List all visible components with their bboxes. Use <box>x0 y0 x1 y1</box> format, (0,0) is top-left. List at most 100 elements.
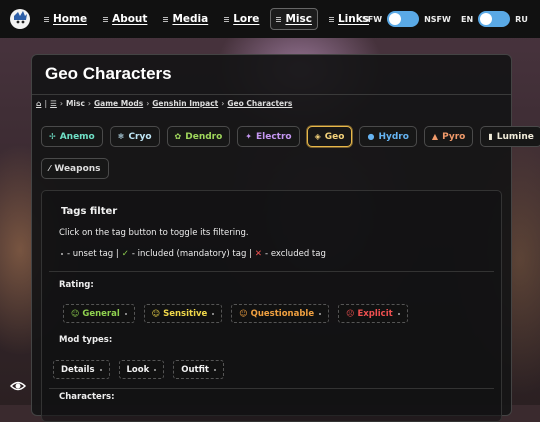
breadcrumb-geo-characters[interactable]: Geo Characters <box>227 99 292 108</box>
chip-pyro[interactable]: ▲ Pyro <box>423 126 474 147</box>
chip-cryo[interactable]: ❄ Cryo <box>109 126 160 147</box>
chip-weapons[interactable]: ⁄ Weapons <box>41 158 109 179</box>
chip-dendro[interactable]: ✿ Dendro <box>166 126 231 147</box>
nav-lore-label: Lore <box>233 13 260 25</box>
pyro-icon: ▲ <box>431 132 439 141</box>
nsfw-label: NSFW <box>424 14 451 24</box>
lang-en-label: EN <box>461 14 474 24</box>
nav-lore[interactable]: Lore <box>219 9 264 29</box>
anemo-icon: ✢ <box>49 132 56 141</box>
neutral-face-icon: ☺ <box>239 309 248 318</box>
language-switch[interactable] <box>478 11 511 27</box>
tag-label: Questionable <box>250 308 315 319</box>
unset-dot-icon <box>213 368 216 371</box>
eye-icon[interactable] <box>10 379 26 393</box>
tag-details[interactable]: Details <box>53 360 110 379</box>
top-nav: Home About Media Lore Misc Links SFW NSF… <box>0 0 540 38</box>
menu-bullet-icon <box>163 16 169 23</box>
tag-questionable[interactable]: ☺ Questionable <box>231 304 330 323</box>
divider <box>49 388 494 389</box>
chip-electro[interactable]: ✦ Electro <box>237 126 300 147</box>
unset-dot-icon <box>319 312 322 315</box>
unset-dot-icon <box>397 312 400 315</box>
chip-geo[interactable]: ◈ Geo <box>306 126 353 147</box>
tag-sensitive[interactable]: ☺ Sensitive <box>143 304 223 323</box>
page-title: Geo Characters <box>45 64 172 83</box>
legend-included: - included (mandatory) tag | <box>131 249 252 259</box>
tags-filter-box: Tags filter Click on the tag button to t… <box>41 190 502 422</box>
menu-bullet-icon <box>276 16 282 23</box>
tag-label: Look <box>126 364 150 375</box>
tag-outfit[interactable]: Outfit <box>173 360 224 379</box>
unset-dot-icon <box>154 368 157 371</box>
chip-label: Hydro <box>378 131 409 142</box>
nav-media-label: Media <box>172 13 209 25</box>
language-toggle: EN RU <box>461 11 528 27</box>
unset-dot-icon <box>61 253 63 255</box>
smile-icon: ☺ <box>151 309 161 318</box>
tags-filter-title: Tags filter <box>61 206 118 217</box>
mod-types-title: Mod types: <box>59 335 113 345</box>
breadcrumb-separator: › <box>87 99 91 108</box>
chip-label: Pyro <box>442 131 466 142</box>
tags-legend: - unset tag | ✓ - included (mandatory) t… <box>59 249 326 259</box>
chip-hydro[interactable]: ● Hydro <box>359 126 417 147</box>
sfw-nsfw-switch[interactable] <box>387 11 420 27</box>
nav-about-label: About <box>112 13 148 25</box>
nav-misc[interactable]: Misc <box>270 8 318 30</box>
content-panel: Geo Characters ⌂ | ☰ › Misc › Game Mods … <box>31 54 540 422</box>
switch-knob <box>389 13 402 25</box>
mod-type-tags: Details Look Outfit <box>53 360 233 379</box>
breadcrumb-genshin-impact[interactable]: Genshin Impact <box>152 99 218 108</box>
nav-media[interactable]: Media <box>158 9 213 29</box>
geo-icon: ◈ <box>314 132 321 141</box>
menu-bullet-icon <box>44 16 49 23</box>
chip-label: Dendro <box>185 131 223 142</box>
tag-explicit[interactable]: ☹ Explicit <box>338 304 408 323</box>
chip-lumine[interactable]: ▮ Lumine <box>480 126 540 147</box>
electro-icon: ✦ <box>245 132 252 141</box>
breadcrumb-separator: › <box>59 99 63 108</box>
lumine-icon: ▮ <box>488 132 493 141</box>
site-logo-icon[interactable] <box>9 8 31 30</box>
tag-look[interactable]: Look <box>118 360 165 379</box>
flushed-face-icon: ☹ <box>346 309 355 318</box>
chip-anemo[interactable]: ✢ Anemo <box>41 126 103 147</box>
chip-label: Lumine <box>496 131 534 142</box>
menu-bullet-icon <box>103 16 109 23</box>
unset-dot-icon <box>124 312 127 315</box>
unset-dot-icon <box>99 368 102 371</box>
chip-label: Cryo <box>128 131 152 142</box>
tag-label: Details <box>61 364 95 375</box>
unset-dot-icon <box>212 312 215 315</box>
chip-label: Geo <box>324 131 345 142</box>
breadcrumb-separator: › <box>146 99 150 108</box>
nav-misc-label: Misc <box>285 13 312 25</box>
sfw-label: SFW <box>362 14 383 24</box>
chip-label: Weapons <box>54 163 101 174</box>
breadcrumb-separator: | <box>44 99 48 108</box>
smile-icon: ☺ <box>71 309 80 318</box>
rating-tags: ☺ General ☺ Sensitive ☺ Questionable ☹ E… <box>63 304 417 323</box>
breadcrumb-misc: Misc <box>65 99 85 108</box>
sword-icon: ⁄ <box>49 164 51 173</box>
nav-home[interactable]: Home <box>39 9 92 29</box>
switch-knob <box>480 13 493 25</box>
check-icon: ✓ <box>121 249 129 259</box>
dendro-icon: ✿ <box>174 132 182 141</box>
element-filter-row: ✢ Anemo ❄ Cryo ✿ Dendro ✦ Electro ◈ Geo … <box>41 126 540 147</box>
chip-label: Electro <box>256 131 292 142</box>
legend-excluded: - excluded tag <box>265 249 326 259</box>
characters-title: Characters: <box>59 392 115 402</box>
chip-label: Anemo <box>59 131 95 142</box>
breadcrumb-home-icon[interactable]: ⌂ <box>36 99 41 108</box>
nav-about[interactable]: About <box>98 9 152 29</box>
tag-general[interactable]: ☺ General <box>63 304 135 323</box>
tag-label: General <box>82 308 120 319</box>
cryo-icon: ❄ <box>117 132 125 141</box>
tag-label: Outfit <box>181 364 209 375</box>
breadcrumb-game-mods[interactable]: Game Mods <box>94 99 143 108</box>
menu-bullet-icon <box>224 16 230 23</box>
breadcrumb-menu-icon[interactable]: ☰ <box>50 99 57 108</box>
tags-filter-description: Click on the tag button to toggle its fi… <box>59 228 249 238</box>
